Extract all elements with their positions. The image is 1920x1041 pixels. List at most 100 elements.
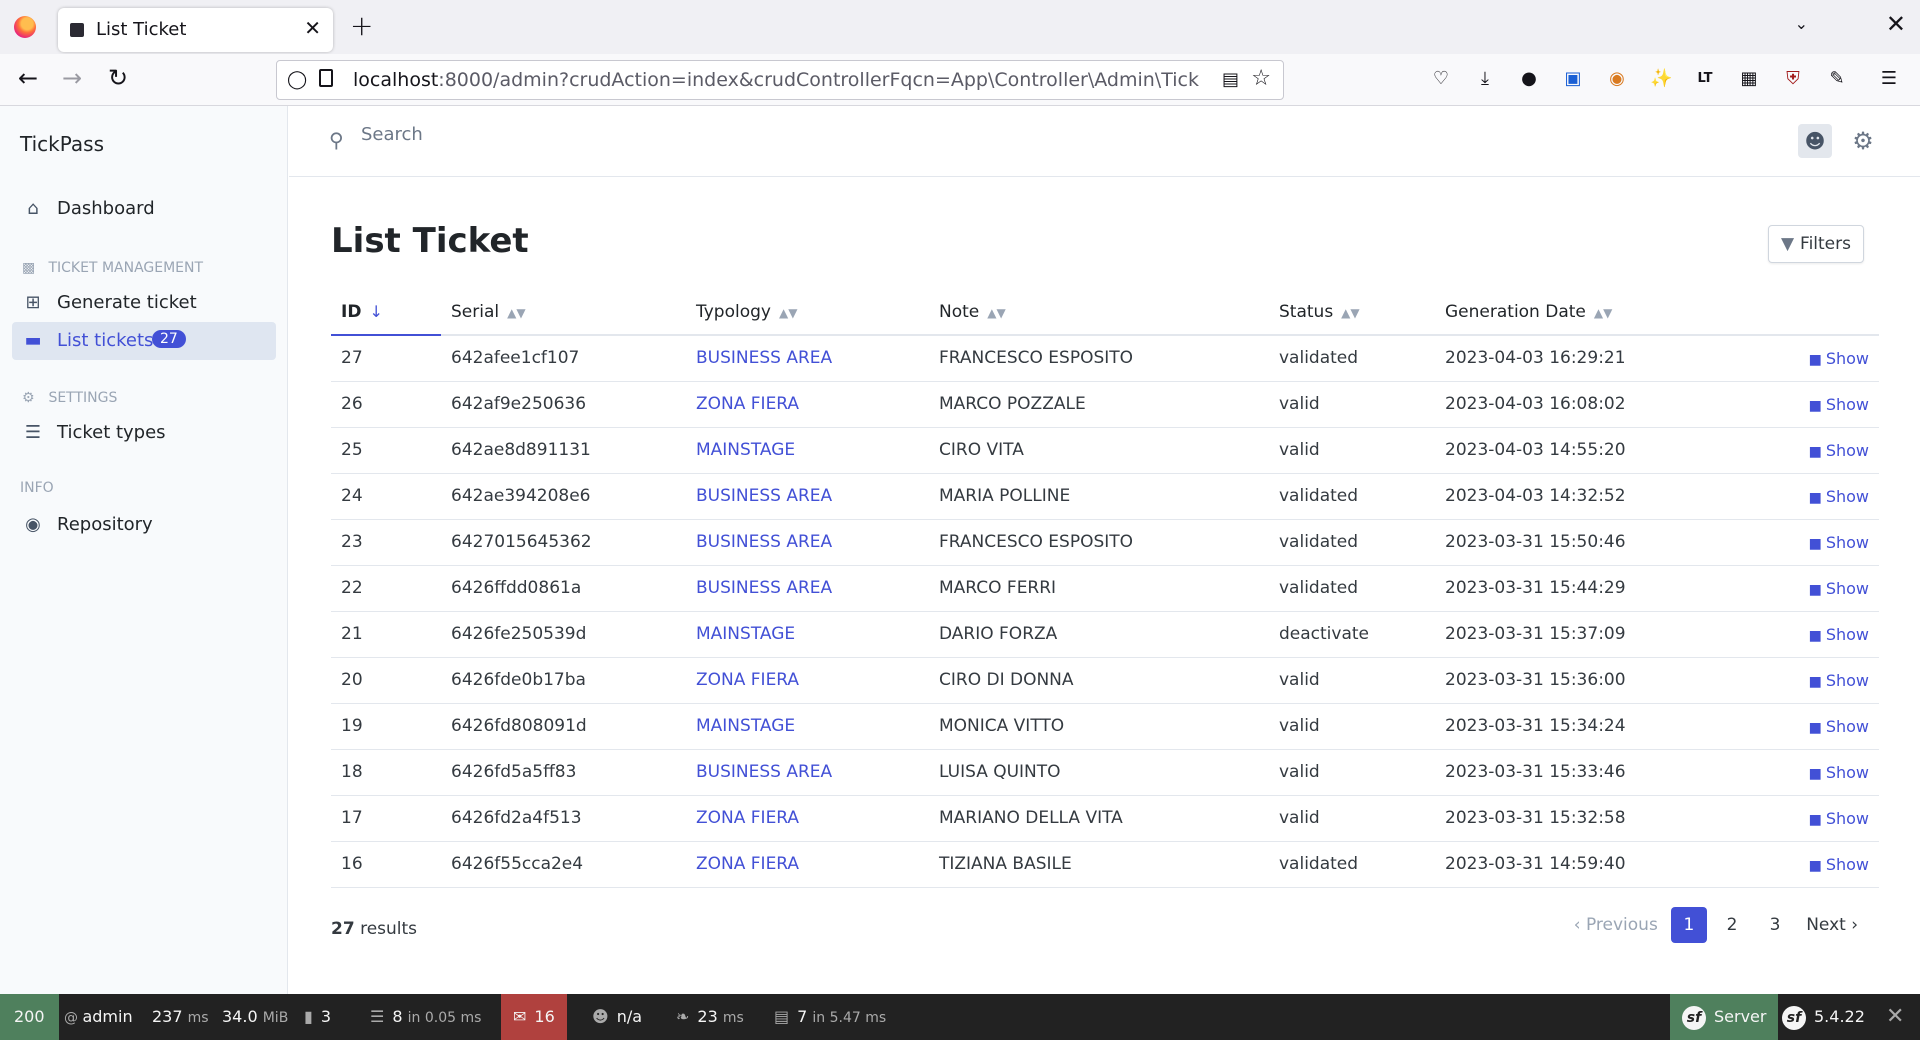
search-input[interactable] bbox=[361, 124, 861, 145]
show-action[interactable]: ■ Show bbox=[1735, 565, 1879, 612]
show-action[interactable]: ■ Show bbox=[1735, 381, 1879, 428]
show-action[interactable]: ■ Show bbox=[1735, 519, 1879, 566]
show-link[interactable]: Show bbox=[1826, 533, 1869, 552]
twig-item[interactable]: ❧ 23 ms bbox=[676, 994, 744, 1040]
apps-grid-icon[interactable]: ▦ bbox=[1738, 68, 1760, 90]
cell-typology[interactable]: ZONA FIERA bbox=[686, 657, 929, 704]
user-info[interactable]: @ admin bbox=[64, 994, 133, 1040]
extension-languagetool-icon[interactable]: LT bbox=[1694, 68, 1716, 90]
show-link[interactable]: Show bbox=[1826, 349, 1869, 368]
cell-generation-date: 2023-03-31 15:33:46 bbox=[1435, 749, 1735, 796]
show-link[interactable]: Show bbox=[1826, 763, 1869, 782]
bookmark-star-icon[interactable]: ☆ bbox=[1251, 66, 1271, 91]
database-item[interactable]: ▤ 7 in 5.47 ms bbox=[774, 994, 886, 1040]
show-link[interactable]: Show bbox=[1826, 855, 1869, 874]
reload-icon[interactable]: ↻ bbox=[108, 64, 128, 92]
column-header-generation-date[interactable]: Generation Date ▲▼ bbox=[1435, 289, 1735, 336]
cell-typology[interactable]: BUSINESS AREA bbox=[686, 565, 929, 612]
cell-typology[interactable]: BUSINESS AREA bbox=[686, 335, 929, 382]
show-action[interactable]: ■ Show bbox=[1735, 749, 1879, 796]
github-icon: ◉ bbox=[25, 514, 41, 535]
list-tabs-icon[interactable]: ⌄ bbox=[1795, 14, 1808, 33]
column-header-serial[interactable]: Serial ▲▼ bbox=[441, 289, 686, 336]
browser-tab[interactable]: List Ticket ✕ bbox=[58, 8, 333, 52]
cell-typology[interactable]: ZONA FIERA bbox=[686, 841, 929, 888]
sidebar-item-dashboard[interactable]: ⌂ Dashboard bbox=[12, 190, 276, 228]
url-bar[interactable]: ◯ localhost:8000/admin?crudAction=index&… bbox=[276, 60, 1284, 100]
page-info-icon[interactable] bbox=[319, 69, 333, 87]
back-icon[interactable]: ← bbox=[18, 64, 38, 92]
show-link[interactable]: Show bbox=[1826, 717, 1869, 736]
tracking-shield-icon[interactable]: ◯ bbox=[287, 69, 307, 90]
pagination-next[interactable]: Next › bbox=[1800, 907, 1864, 943]
tab-close-icon[interactable]: ✕ bbox=[304, 16, 321, 40]
symfony-logo-icon: sf bbox=[1682, 1005, 1706, 1030]
pocket-icon[interactable]: ♡ bbox=[1430, 68, 1452, 90]
show-link[interactable]: Show bbox=[1826, 487, 1869, 506]
forward-icon[interactable]: → bbox=[62, 64, 82, 92]
new-tab-button[interactable]: + bbox=[350, 9, 373, 42]
cell-typology[interactable]: MAINSTAGE bbox=[686, 611, 929, 658]
cell-typology[interactable]: ZONA FIERA bbox=[686, 381, 929, 428]
download-icon[interactable]: ⤓ bbox=[1474, 68, 1496, 90]
menu-hamburger-icon[interactable]: ☰ bbox=[1878, 68, 1900, 90]
filters-button[interactable]: ▼ Filters bbox=[1767, 225, 1864, 263]
show-action[interactable]: ■ Show bbox=[1735, 841, 1879, 888]
column-header-status[interactable]: Status ▲▼ bbox=[1269, 289, 1435, 336]
pagination-page[interactable]: 3 bbox=[1757, 907, 1793, 943]
brand-title[interactable]: TickPass bbox=[20, 132, 104, 156]
window-close-icon[interactable]: ✕ bbox=[1886, 10, 1906, 38]
cell-generation-date: 2023-03-31 15:34:24 bbox=[1435, 703, 1735, 750]
pagination-page[interactable]: 2 bbox=[1714, 907, 1750, 943]
cell-typology[interactable]: BUSINESS AREA bbox=[686, 749, 929, 796]
logs-item[interactable]: ▮ 3 bbox=[304, 994, 331, 1040]
status-code[interactable]: 200 bbox=[0, 994, 59, 1040]
cache-item[interactable]: ☰ 8 in 0.05 ms bbox=[370, 994, 481, 1040]
show-action[interactable]: ■ Show bbox=[1735, 657, 1879, 704]
column-header-id[interactable]: ID ↓ bbox=[331, 289, 441, 336]
reader-view-icon[interactable]: ▤ bbox=[1222, 69, 1239, 90]
extension-tampermonkey-icon[interactable]: ✨ bbox=[1650, 68, 1672, 90]
extension-ublock-icon[interactable]: ⛨ bbox=[1782, 68, 1804, 90]
show-link[interactable]: Show bbox=[1826, 809, 1869, 828]
extension-badger-icon[interactable]: ◉ bbox=[1606, 68, 1628, 90]
sidebar-item-ticket-types[interactable]: ☰ Ticket types bbox=[12, 414, 276, 452]
extensions-puzzle-icon[interactable]: ✎ bbox=[1826, 68, 1848, 90]
symfony-version[interactable]: sf 5.4.22 bbox=[1782, 994, 1865, 1040]
show-link[interactable]: Show bbox=[1826, 395, 1869, 414]
show-action[interactable]: ■ Show bbox=[1735, 795, 1879, 842]
column-header-typology[interactable]: Typology ▲▼ bbox=[686, 289, 929, 336]
show-link[interactable]: Show bbox=[1826, 671, 1869, 690]
show-link[interactable]: Show bbox=[1826, 441, 1869, 460]
server-item[interactable]: sf Server bbox=[1670, 994, 1779, 1040]
sidebar-item-list-tickets[interactable]: ▬ List tickets 27 bbox=[12, 322, 276, 360]
settings-gear-icon[interactable]: ⚙ bbox=[1846, 124, 1880, 158]
show-action[interactable]: ■ Show bbox=[1735, 473, 1879, 520]
translation-errors[interactable]: ✉ 16 bbox=[501, 994, 567, 1040]
sidebar-item-repository[interactable]: ◉ Repository bbox=[12, 506, 276, 544]
sidebar-item-generate-ticket[interactable]: ⊞ Generate ticket bbox=[12, 284, 276, 322]
memory-usage[interactable]: 34.0 MiB bbox=[222, 994, 288, 1040]
cell-typology[interactable]: ZONA FIERA bbox=[686, 795, 929, 842]
security-item[interactable]: ☻ n/a bbox=[592, 994, 642, 1040]
cell-typology[interactable]: BUSINESS AREA bbox=[686, 519, 929, 566]
show-link[interactable]: Show bbox=[1826, 625, 1869, 644]
cell-typology[interactable]: MAINSTAGE bbox=[686, 427, 929, 474]
user-menu-icon[interactable]: ☻ bbox=[1798, 124, 1832, 158]
column-header-note[interactable]: Note ▲▼ bbox=[929, 289, 1269, 336]
pagination-previous[interactable]: ‹ Previous bbox=[1568, 907, 1664, 943]
pagination-page[interactable]: 1 bbox=[1670, 907, 1707, 943]
extension-bitwarden-icon[interactable]: ▣ bbox=[1562, 68, 1584, 90]
show-action[interactable]: ■ Show bbox=[1735, 335, 1879, 382]
extension-privacy-icon[interactable]: ● bbox=[1518, 68, 1540, 90]
request-time[interactable]: 237 ms bbox=[152, 994, 209, 1040]
cell-typology[interactable]: MAINSTAGE bbox=[686, 703, 929, 750]
toolbar-close-icon[interactable]: ✕ bbox=[1886, 994, 1904, 1040]
show-action[interactable]: ■ Show bbox=[1735, 611, 1879, 658]
firefox-icon[interactable] bbox=[14, 16, 36, 38]
show-action[interactable]: ■ Show bbox=[1735, 427, 1879, 474]
show-link[interactable]: Show bbox=[1826, 579, 1869, 598]
cell-typology[interactable]: BUSINESS AREA bbox=[686, 473, 929, 520]
url-text[interactable]: localhost:8000/admin?crudAction=index&cr… bbox=[353, 69, 1199, 91]
show-action[interactable]: ■ Show bbox=[1735, 703, 1879, 750]
